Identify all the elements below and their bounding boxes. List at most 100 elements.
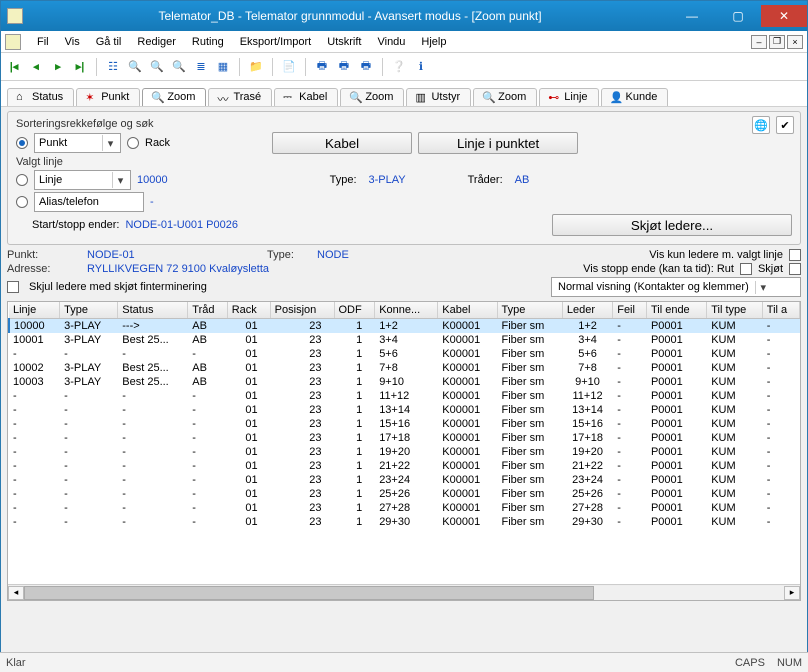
- table-row[interactable]: 100033-PLAYBest 25...AB012319+10K00001Fi…: [9, 375, 800, 389]
- radio-alias[interactable]: [16, 196, 28, 208]
- column-header[interactable]: Linje: [9, 302, 60, 319]
- column-header[interactable]: Til ende: [646, 302, 706, 319]
- table-row[interactable]: 100003-PLAY--->AB012311+2K00001Fiber sm1…: [9, 319, 800, 334]
- viewmode-select[interactable]: Normal visning (Kontakter og klemmer) ▾: [551, 277, 801, 297]
- column-header[interactable]: Status: [118, 302, 188, 319]
- column-header[interactable]: Feil: [613, 302, 647, 319]
- panel-globe-icon[interactable]: 🌐: [752, 116, 770, 134]
- cell: 1: [334, 473, 375, 487]
- table-row[interactable]: 100023-PLAYBest 25...AB012317+8K00001Fib…: [9, 361, 800, 375]
- tab-zoom-kabel[interactable]: 🔍Zoom: [340, 88, 404, 106]
- cb-skjotfinte[interactable]: [7, 281, 19, 293]
- help-icon[interactable]: ❔: [390, 58, 408, 76]
- menu-hjelp[interactable]: Hjelp: [415, 34, 452, 50]
- table-row[interactable]: ----012315+6K00001Fiber sm5+6-P0001KUM-: [9, 347, 800, 361]
- dropdown-linje[interactable]: Linje ▾: [34, 170, 131, 190]
- table-row[interactable]: ----0123121+22K00001Fiber sm21+22-P0001K…: [9, 459, 800, 473]
- column-header[interactable]: Til type: [707, 302, 763, 319]
- about-icon[interactable]: ℹ: [412, 58, 430, 76]
- table-row[interactable]: ----0123115+16K00001Fiber sm15+16-P0001K…: [9, 417, 800, 431]
- cb-valgtlinje[interactable]: [789, 249, 801, 261]
- table-row[interactable]: ----0123123+24K00001Fiber sm23+24-P0001K…: [9, 473, 800, 487]
- scroll-right-icon[interactable]: ▸: [784, 586, 800, 600]
- tab-linje[interactable]: ⊷Linje: [539, 88, 598, 106]
- table-row[interactable]: ----0123113+14K00001Fiber sm13+14-P0001K…: [9, 403, 800, 417]
- cb-skjot[interactable]: [789, 263, 801, 275]
- column-header[interactable]: Leder: [562, 302, 612, 319]
- column-header[interactable]: Til a: [762, 302, 799, 319]
- table-row[interactable]: ----0123119+20K00001Fiber sm19+20-P0001K…: [9, 445, 800, 459]
- panel-check-icon[interactable]: ✔: [776, 116, 794, 134]
- horizontal-scrollbar[interactable]: ◂ ▸: [8, 584, 800, 600]
- dropdown-alias[interactable]: Alias/telefon: [34, 192, 144, 212]
- table-row[interactable]: ----0123117+18K00001Fiber sm17+18-P0001K…: [9, 431, 800, 445]
- zoom-fit-icon[interactable]: 🔍: [148, 58, 166, 76]
- cell: KUM: [707, 403, 763, 417]
- table-row[interactable]: 100013-PLAYBest 25...AB012313+4K00001Fib…: [9, 333, 800, 347]
- tab-kabel[interactable]: ⎓Kabel: [274, 88, 338, 106]
- table-row[interactable]: ----0123127+28K00001Fiber sm27+28-P0001K…: [9, 501, 800, 515]
- column-header[interactable]: Kabel: [438, 302, 497, 319]
- mdi-restore-button[interactable]: ❐: [769, 35, 785, 49]
- skjot-ledere-button[interactable]: Skjøt ledere...: [552, 214, 792, 236]
- radio-punkt[interactable]: [16, 137, 28, 149]
- table-row[interactable]: ----0123129+30K00001Fiber sm29+30-P0001K…: [9, 515, 800, 529]
- column-header[interactable]: Type: [497, 302, 562, 319]
- tab-zoom-punkt[interactable]: 🔍Zoom: [142, 88, 206, 106]
- tab-punkt[interactable]: ✶Punkt: [76, 88, 140, 106]
- print-preview-icon[interactable]: 🖶: [335, 58, 353, 76]
- alias-value: -: [150, 196, 154, 208]
- mdi-close-button[interactable]: ×: [787, 35, 803, 49]
- cell: 10003: [9, 375, 60, 389]
- menu-vindu[interactable]: Vindu: [371, 34, 411, 50]
- tab-trase[interactable]: 〰Trasé: [208, 88, 272, 106]
- cell: --->: [118, 319, 188, 334]
- zoom-in-icon[interactable]: 🔍: [170, 58, 188, 76]
- menu-utskrift[interactable]: Utskrift: [321, 34, 367, 50]
- column-header[interactable]: Tråd: [188, 302, 227, 319]
- mdi-minimize-button[interactable]: –: [751, 35, 767, 49]
- scrollbar-thumb[interactable]: [24, 586, 594, 600]
- menu-rediger[interactable]: Rediger: [131, 34, 182, 50]
- zoom-out-icon[interactable]: 🔍: [126, 58, 144, 76]
- nav-first-icon[interactable]: |◂: [5, 58, 23, 76]
- tab-utstyr[interactable]: ▥Utstyr: [406, 88, 471, 106]
- radio-rack[interactable]: [127, 137, 139, 149]
- radio-linje[interactable]: [16, 174, 28, 186]
- tab-zoom-utstyr[interactable]: 🔍Zoom: [473, 88, 537, 106]
- column-header[interactable]: Type: [60, 302, 118, 319]
- tool-tree-icon[interactable]: ☷: [104, 58, 122, 76]
- close-button[interactable]: ✕: [761, 5, 807, 27]
- print-icon[interactable]: 🖶: [313, 58, 331, 76]
- column-header[interactable]: Posisjon: [270, 302, 334, 319]
- column-header[interactable]: Konne...: [375, 302, 438, 319]
- column-header[interactable]: Rack: [227, 302, 270, 319]
- nav-next-icon[interactable]: ▸: [49, 58, 67, 76]
- kabel-button[interactable]: Kabel: [272, 132, 412, 154]
- column-header[interactable]: ODF: [334, 302, 375, 319]
- print-setup-icon[interactable]: 🖶: [357, 58, 375, 76]
- cell: 23: [270, 445, 334, 459]
- cable-icon: ⎓: [283, 91, 295, 103]
- nav-last-icon[interactable]: ▸|: [71, 58, 89, 76]
- menu-gatil[interactable]: Gå til: [90, 34, 128, 50]
- tool-list-icon[interactable]: ≣: [192, 58, 210, 76]
- table-row[interactable]: ----0123111+12K00001Fiber sm11+12-P0001K…: [9, 389, 800, 403]
- maximize-button[interactable]: ▢: [715, 5, 761, 27]
- tab-status[interactable]: ⌂Status: [7, 88, 74, 106]
- menu-ruting[interactable]: Ruting: [186, 34, 230, 50]
- dropdown-punkt[interactable]: Punkt ▾: [34, 133, 121, 153]
- tab-kunde[interactable]: 👤Kunde: [601, 88, 669, 106]
- table-row[interactable]: ----0123125+26K00001Fiber sm25+26-P0001K…: [9, 487, 800, 501]
- scroll-left-icon[interactable]: ◂: [8, 586, 24, 600]
- tool-folder-icon[interactable]: 📁: [247, 58, 265, 76]
- menu-fil[interactable]: Fil: [31, 34, 55, 50]
- nav-prev-icon[interactable]: ◂: [27, 58, 45, 76]
- minimize-button[interactable]: —: [669, 5, 715, 27]
- cb-rut[interactable]: [740, 263, 752, 275]
- tool-copy-icon[interactable]: 📄: [280, 58, 298, 76]
- linje-i-punktet-button[interactable]: Linje i punktet: [418, 132, 578, 154]
- menu-vis[interactable]: Vis: [59, 34, 86, 50]
- tool-grid-icon[interactable]: ▦: [214, 58, 232, 76]
- menu-eksport[interactable]: Eksport/Import: [234, 34, 318, 50]
